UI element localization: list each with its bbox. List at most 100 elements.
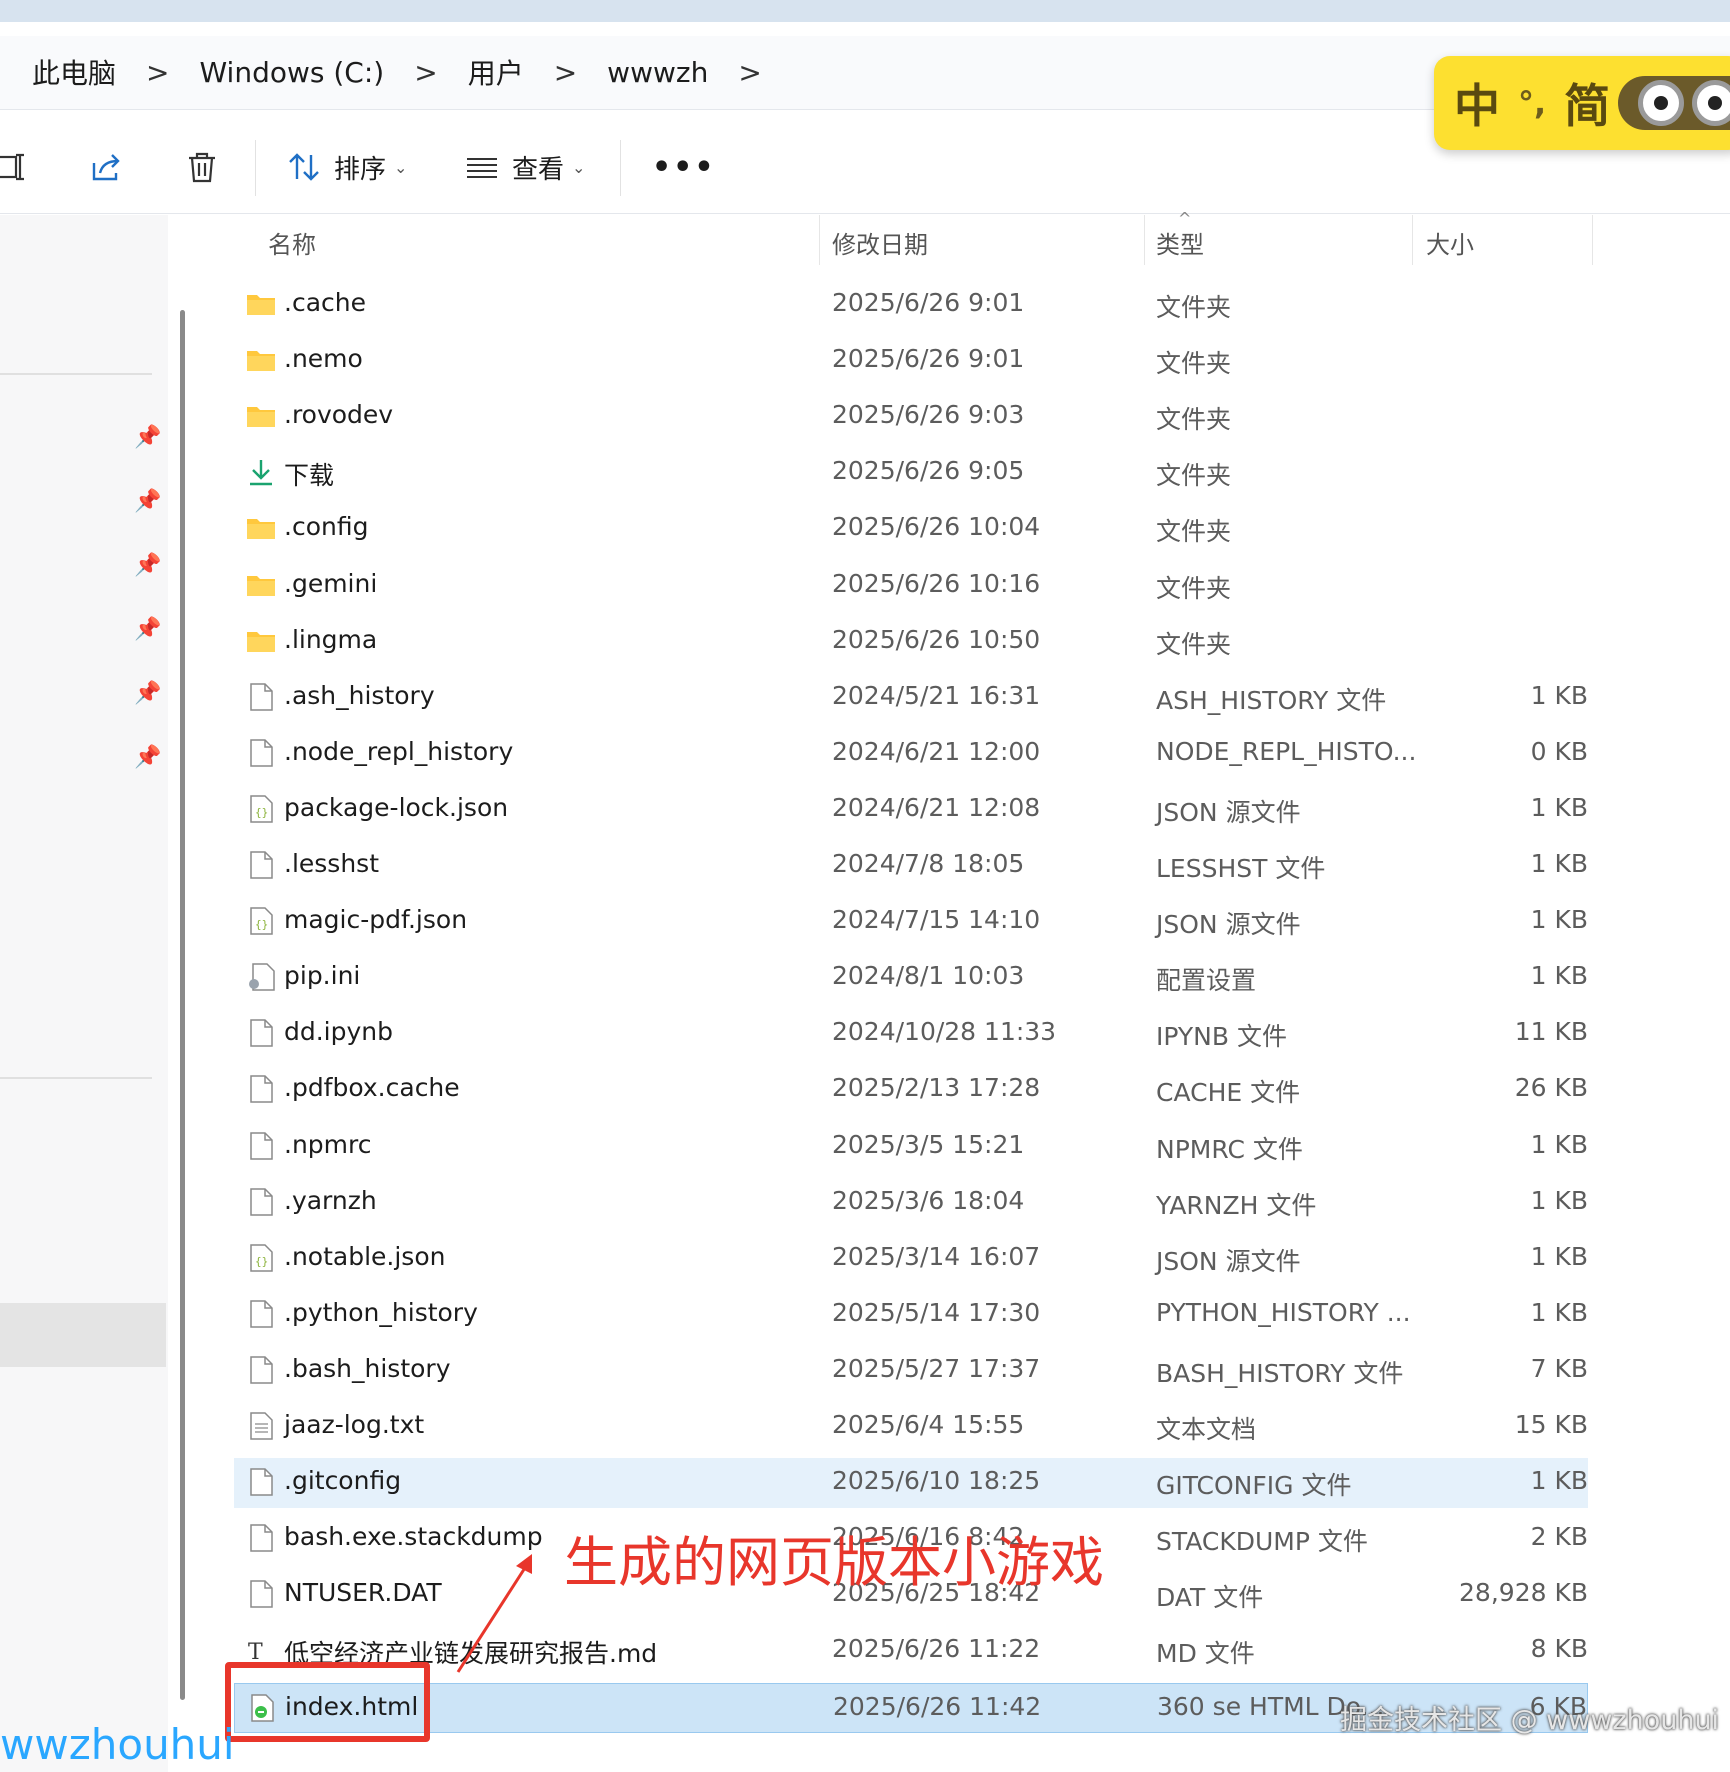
file-type: 文件夹 bbox=[1156, 349, 1232, 379]
file-row[interactable]: .cache 2025/6/26 9:01 文件夹 bbox=[234, 280, 1588, 330]
pin-icon[interactable]: 📌 bbox=[134, 425, 161, 450]
file-size: 1 KB bbox=[1530, 905, 1588, 935]
file-date: 2025/3/5 15:21 bbox=[832, 1129, 1025, 1159]
file-row[interactable]: .gitconfig 2025/6/10 18:25 GITCONFIG 文件 1 K… bbox=[234, 1458, 1588, 1509]
breadcrumb: 此电脑 > Windows (C:) > 用户 > wwwzh > bbox=[26, 48, 786, 96]
file-date: 2025/2/13 17:28 bbox=[832, 1073, 1041, 1103]
file-row[interactable]: .python_history 2025/5/14 17:30 PYTHON_HIS… bbox=[234, 1290, 1588, 1340]
file-row[interactable]: {} magic-pdf.json 2024/7/15 14:10 JSON 源文件 1… bbox=[234, 897, 1588, 947]
rename-button[interactable] bbox=[0, 142, 30, 192]
file-type: 文件夹 bbox=[1156, 293, 1232, 322]
file-row[interactable]: .bash_history 2025/5/27 17:37 BASH_HISTORY… bbox=[234, 1346, 1588, 1396]
file-row[interactable]: pip.ini 2024/8/1 10:03 配置设置 1 KB bbox=[234, 953, 1588, 1003]
file-type: 文件夹 bbox=[1156, 405, 1232, 435]
file-row[interactable]: {} package-lock.json 2024/6/21 12:08 JSON 源… bbox=[234, 785, 1588, 835]
rename-icon bbox=[0, 153, 24, 181]
delete-button[interactable] bbox=[184, 142, 220, 192]
file-date: 2025/6/26 9:05 bbox=[832, 456, 1025, 486]
column-size-header[interactable]: 大小 bbox=[1426, 225, 1474, 260]
share-button[interactable] bbox=[88, 142, 124, 192]
annotation-label: 生成的网页版本小游戏 bbox=[564, 1531, 1104, 1594]
breadcrumb-separator[interactable]: > bbox=[530, 56, 601, 89]
file-size: 2 KB bbox=[1530, 1522, 1588, 1552]
annotation-arrow-icon bbox=[456, 1554, 532, 1673]
file-size: 1 KB bbox=[1530, 1241, 1588, 1271]
file-row[interactable]: .lingma 2025/6/26 10:50 文件夹 bbox=[234, 617, 1588, 667]
file-row[interactable]: dd.ipynb 2024/10/28 11:33 IPYNB 文件 11 KB bbox=[234, 1009, 1588, 1059]
pin-icon[interactable]: 📌 bbox=[134, 617, 161, 642]
file-row[interactable]: .node_repl_history 2024/6/21 12:00 NODE_RE… bbox=[234, 729, 1588, 779]
nav-scrollbar[interactable] bbox=[180, 310, 185, 1700]
file-name: .lesshst bbox=[284, 849, 379, 878]
file-row[interactable]: 下载 2025/6/26 9:05 文件夹 bbox=[234, 448, 1588, 498]
svg-text:{}: {} bbox=[255, 918, 268, 931]
pin-icon[interactable]: 📌 bbox=[134, 681, 161, 706]
file-row[interactable]: .ash_history 2024/5/21 16:31 ASH_HISTORY 文… bbox=[234, 673, 1588, 723]
folder-icon bbox=[246, 626, 276, 656]
file-type: JSON 源文件 bbox=[1156, 910, 1301, 940]
file-row[interactable]: jaaz-log.txt 2025/6/4 15:55 文本文档 15 KB bbox=[234, 1402, 1588, 1452]
column-divider[interactable] bbox=[1144, 215, 1145, 265]
breadcrumb-separator[interactable]: > bbox=[122, 56, 193, 89]
file-name: pip.ini bbox=[284, 961, 361, 991]
file-size: 1 KB bbox=[1530, 961, 1588, 991]
breadcrumb-wwwzh[interactable]: wwwzh bbox=[601, 56, 714, 89]
file-name: .nemo bbox=[284, 344, 363, 374]
file-row[interactable]: .npmrc 2025/3/5 15:21 NPMRC 文件 1 KB bbox=[234, 1122, 1588, 1172]
file-size: 1 KB bbox=[1530, 1129, 1588, 1159]
file-row[interactable]: .nemo 2025/6/26 9:01 文件夹 bbox=[234, 336, 1588, 386]
file-type: PYTHON_HISTORY ... bbox=[1156, 1297, 1411, 1327]
pin-icon[interactable]: 📌 bbox=[134, 489, 161, 514]
file-date: 2025/6/26 9:01 bbox=[832, 344, 1025, 374]
column-date-header[interactable]: 修改日期 bbox=[832, 225, 928, 260]
file-date: 2025/6/26 10:16 bbox=[832, 568, 1041, 598]
breadcrumb-users[interactable]: 用户 bbox=[462, 52, 530, 92]
file-row[interactable]: {} .notable.json 2025/3/14 16:07 JSON 源文件 1 … bbox=[234, 1234, 1588, 1284]
file-name: .python_history bbox=[284, 1297, 478, 1327]
file-type: BASH_HISTORY 文件 bbox=[1156, 1358, 1404, 1388]
breadcrumb-separator[interactable]: > bbox=[714, 56, 785, 89]
json-file-icon: {} bbox=[246, 1243, 276, 1273]
file-date: 2024/10/28 11:33 bbox=[832, 1017, 1057, 1047]
file-type: STACKDUMP 文件 bbox=[1156, 1527, 1368, 1557]
chevron-down-icon: ⌄ bbox=[394, 157, 408, 177]
ime-punctuation-indicator[interactable]: °, bbox=[1518, 84, 1546, 122]
file-row[interactable]: .rovodev 2025/6/26 9:03 文件夹 bbox=[234, 392, 1588, 442]
file-row[interactable]: .gemini 2025/6/26 10:16 文件夹 bbox=[234, 561, 1588, 611]
toolbar-divider bbox=[620, 140, 621, 196]
file-row[interactable]: .lesshst 2024/7/8 18:05 LESSHST 文件 1 KB bbox=[234, 841, 1588, 891]
column-type-header[interactable]: 类型 bbox=[1156, 225, 1204, 260]
breadcrumb-drive-c[interactable]: Windows (C:) bbox=[193, 56, 390, 89]
pin-icon[interactable]: 📌 bbox=[134, 553, 161, 578]
file-type: 配置设置 bbox=[1156, 966, 1257, 996]
file-row[interactable]: T 低空经济产业链发展研究报告.md 2025/6/26 11:22 MD 文件 8 K… bbox=[234, 1626, 1588, 1676]
view-list-icon bbox=[467, 158, 497, 178]
more-options-button[interactable]: ••• bbox=[652, 142, 716, 192]
file-type: ASH_HISTORY 文件 bbox=[1156, 685, 1387, 715]
file-size: 1 KB bbox=[1530, 792, 1588, 822]
folder-icon bbox=[246, 570, 276, 600]
file-size: 7 KB bbox=[1530, 1353, 1588, 1383]
sort-button[interactable]: 排序 ⌄ bbox=[286, 142, 407, 192]
column-divider[interactable] bbox=[819, 215, 820, 265]
column-divider[interactable] bbox=[1412, 215, 1413, 265]
json-file-icon: {} bbox=[246, 794, 276, 824]
file-date: 2025/6/4 15:55 bbox=[832, 1410, 1025, 1439]
file-file-icon bbox=[246, 1355, 276, 1385]
breadcrumb-this-pc[interactable]: 此电脑 bbox=[26, 52, 122, 92]
file-name: NTUSER.DAT bbox=[284, 1578, 442, 1608]
file-row[interactable]: .yarnzh 2025/3/6 18:04 YARNZH 文件 1 KB bbox=[234, 1178, 1588, 1228]
nav-selected-item[interactable] bbox=[0, 1303, 166, 1367]
file-size: 11 KB bbox=[1514, 1017, 1588, 1047]
breadcrumb-separator[interactable]: > bbox=[390, 56, 461, 89]
view-button[interactable]: 查看 ⌄ bbox=[464, 142, 585, 192]
file-row[interactable]: .config 2025/6/26 10:04 文件夹 bbox=[234, 504, 1588, 554]
file-row[interactable]: .pdfbox.cache 2025/2/13 17:28 CACHE 文件 26 K… bbox=[234, 1065, 1588, 1115]
pin-icon[interactable]: 📌 bbox=[134, 745, 161, 770]
column-divider[interactable] bbox=[1592, 215, 1593, 265]
file-size: 1 KB bbox=[1530, 1185, 1588, 1215]
file-name: magic-pdf.json bbox=[284, 905, 468, 935]
file-file-icon bbox=[246, 1074, 276, 1104]
column-name-header[interactable]: 名称 bbox=[268, 225, 316, 260]
file-date: 2025/5/27 17:37 bbox=[832, 1353, 1041, 1383]
